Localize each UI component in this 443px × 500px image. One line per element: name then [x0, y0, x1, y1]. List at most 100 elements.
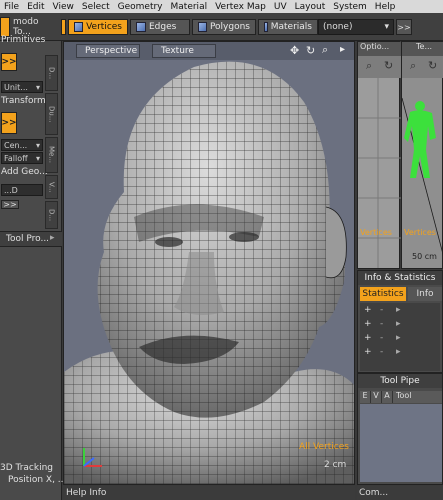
chevron-down-icon: ▾ — [384, 22, 389, 32]
stat-row-dash: - — [380, 319, 384, 329]
menu-material[interactable]: Material — [167, 2, 212, 12]
menu-vertex-map[interactable]: Vertex Map — [211, 2, 270, 12]
menu-view[interactable]: View — [49, 2, 78, 12]
primitives-heading: Primitives — [1, 35, 46, 45]
menu-select[interactable]: Select — [78, 2, 114, 12]
tab-duplicate[interactable]: Du... — [45, 93, 58, 135]
rotate-icon[interactable]: ↻ — [306, 44, 315, 57]
right-eye — [229, 232, 259, 242]
info-statistics-panel: Info & Statistics Statistics Info + + + … — [357, 270, 443, 373]
chevron-right-icon[interactable]: ▸ — [396, 333, 401, 343]
options-view-toolbar: ⌕ ↻ — [358, 56, 401, 78]
transform-expand-button[interactable]: >> — [1, 112, 17, 134]
column-tool[interactable]: Tool — [393, 391, 412, 403]
selection-toolbar: modo To... Vertices Edges Polygons Mater… — [0, 13, 443, 41]
menu-system[interactable]: System — [329, 2, 371, 12]
menu-edit[interactable]: Edit — [23, 2, 48, 12]
texture-view-title: Te... — [402, 42, 443, 56]
tab-deform[interactable]: D... — [45, 55, 58, 91]
center-value: Cen... — [4, 140, 28, 150]
column-active[interactable]: A — [382, 391, 393, 403]
statistics-list: + + + + - - - - ▸ ▸ ▸ ▸ — [360, 303, 440, 371]
viewport-scale: 2 cm — [324, 460, 347, 470]
info-statistics-title: Info & Statistics — [364, 273, 436, 283]
add-geometry-heading: Add Geo... — [1, 167, 48, 177]
menu-help[interactable]: Help — [371, 2, 400, 12]
zoom-icon[interactable]: ⌕ — [322, 43, 328, 57]
chevron-right-icon[interactable]: ▸ — [396, 347, 401, 357]
texture-view[interactable]: Te... ⌕ ↻ Vertices 50 cm — [401, 41, 443, 269]
tool-pipe-panel: Tool Pipe E V A Tool — [357, 373, 443, 485]
selection-set-dropdown[interactable]: (none) ▾ — [318, 19, 394, 35]
info-statistics-header[interactable]: Info & Statistics — [358, 271, 442, 285]
edges-cube-icon — [136, 22, 146, 32]
rotate-icon[interactable]: ↻ — [428, 59, 437, 72]
add-geometry-expand-button[interactable]: >> — [1, 200, 19, 209]
menu-uv[interactable]: UV — [270, 2, 291, 12]
menu-layout[interactable]: Layout — [291, 2, 330, 12]
stat-row-expand[interactable]: + — [364, 319, 372, 329]
polygons-cube-icon — [198, 22, 207, 32]
tool-pipe-list[interactable] — [360, 404, 442, 482]
tab-statistics[interactable]: Statistics — [360, 287, 406, 301]
chevron-down-icon: ▾ — [35, 140, 40, 150]
stat-row-expand[interactable]: + — [364, 305, 372, 315]
help-info-label: Help Info — [66, 488, 107, 498]
tab-vertex[interactable]: V... — [45, 175, 58, 199]
unit-value: Unit... — [4, 82, 28, 92]
materials-mode-button[interactable]: Materials — [258, 19, 318, 35]
falloff-value: Falloff — [4, 153, 28, 163]
command-label: Com... — [359, 488, 389, 498]
rotate-icon[interactable]: ↻ — [384, 59, 393, 72]
column-enable[interactable]: E — [360, 391, 371, 403]
view-mode-button[interactable]: Perspective — [76, 44, 140, 58]
geometry-dropdown[interactable]: ...D — [1, 184, 43, 196]
options-view[interactable]: Optio... ⌕ ↻ Vertices — [357, 41, 401, 269]
tab-mesh-edit[interactable]: Me... — [45, 137, 58, 173]
command-line[interactable]: Com... — [357, 486, 443, 500]
column-visible[interactable]: V — [371, 391, 382, 403]
vertices-mode-button[interactable]: Vertices — [68, 19, 128, 35]
tool-pipe-header[interactable]: Tool Pipe — [358, 374, 442, 388]
selection-info: All Vertices — [299, 442, 349, 452]
stat-row-expand[interactable]: + — [364, 333, 372, 343]
chevron-right-icon[interactable]: ▸ — [396, 319, 401, 329]
stat-row-dash: - — [380, 305, 384, 315]
tool-properties-title: Tool Pro... — [6, 234, 50, 244]
tab-info[interactable]: Info — [408, 287, 442, 301]
perspective-viewport[interactable]: Perspective Texture ✥ ↻ ⌕ ▸ All Vertices… — [63, 41, 355, 485]
ear — [325, 206, 347, 279]
layout-tab-handle[interactable] — [0, 17, 10, 37]
falloff-dropdown[interactable]: Falloff ▾ — [1, 152, 43, 164]
tab-other[interactable]: D... — [45, 201, 58, 229]
vertices-label: Vertices — [86, 22, 122, 32]
viewport-header: Perspective Texture ✥ ↻ ⌕ ▸ — [64, 42, 354, 60]
polygons-mode-button[interactable]: Polygons — [192, 19, 256, 35]
toolbar-grip[interactable] — [61, 19, 66, 35]
vertices-cube-icon — [74, 22, 84, 32]
pan-icon[interactable]: ✥ — [290, 44, 299, 57]
unit-dropdown[interactable]: Unit... ▾ — [1, 81, 43, 93]
menu-geometry[interactable]: Geometry — [114, 2, 167, 12]
menu-file[interactable]: File — [0, 2, 23, 12]
edges-mode-button[interactable]: Edges — [130, 19, 190, 35]
mesh-render[interactable] — [64, 42, 355, 485]
shading-mode-button[interactable]: Texture — [152, 44, 216, 58]
tools-panel: Primitives >> Unit... ▾ Transform >> Cen… — [0, 35, 66, 500]
tool-properties-header[interactable]: Tool Pro... ▸ — [0, 231, 62, 247]
chevron-right-icon[interactable]: ▸ — [396, 305, 401, 315]
tool-pipe-title: Tool Pipe — [380, 376, 420, 386]
viewport-menu-icon[interactable]: ▸ — [340, 44, 345, 55]
texture-view-toolbar: ⌕ ↻ — [402, 56, 443, 78]
tracking-label: 3D Tracking — [0, 463, 53, 473]
layout-name[interactable]: modo To... — [13, 17, 59, 37]
selection-set-value: (none) — [323, 22, 353, 32]
zoom-icon[interactable]: ⌕ — [366, 59, 372, 73]
primitives-expand-button[interactable]: >> — [1, 53, 17, 71]
zoom-icon[interactable]: ⌕ — [410, 59, 416, 73]
panel-menu-icon[interactable]: ▸ — [50, 233, 55, 243]
stat-row-expand[interactable]: + — [364, 347, 372, 357]
center-dropdown[interactable]: Cen... ▾ — [1, 139, 43, 151]
figure-preview — [402, 97, 443, 256]
expand-toolbar-button[interactable]: >> — [396, 19, 412, 35]
